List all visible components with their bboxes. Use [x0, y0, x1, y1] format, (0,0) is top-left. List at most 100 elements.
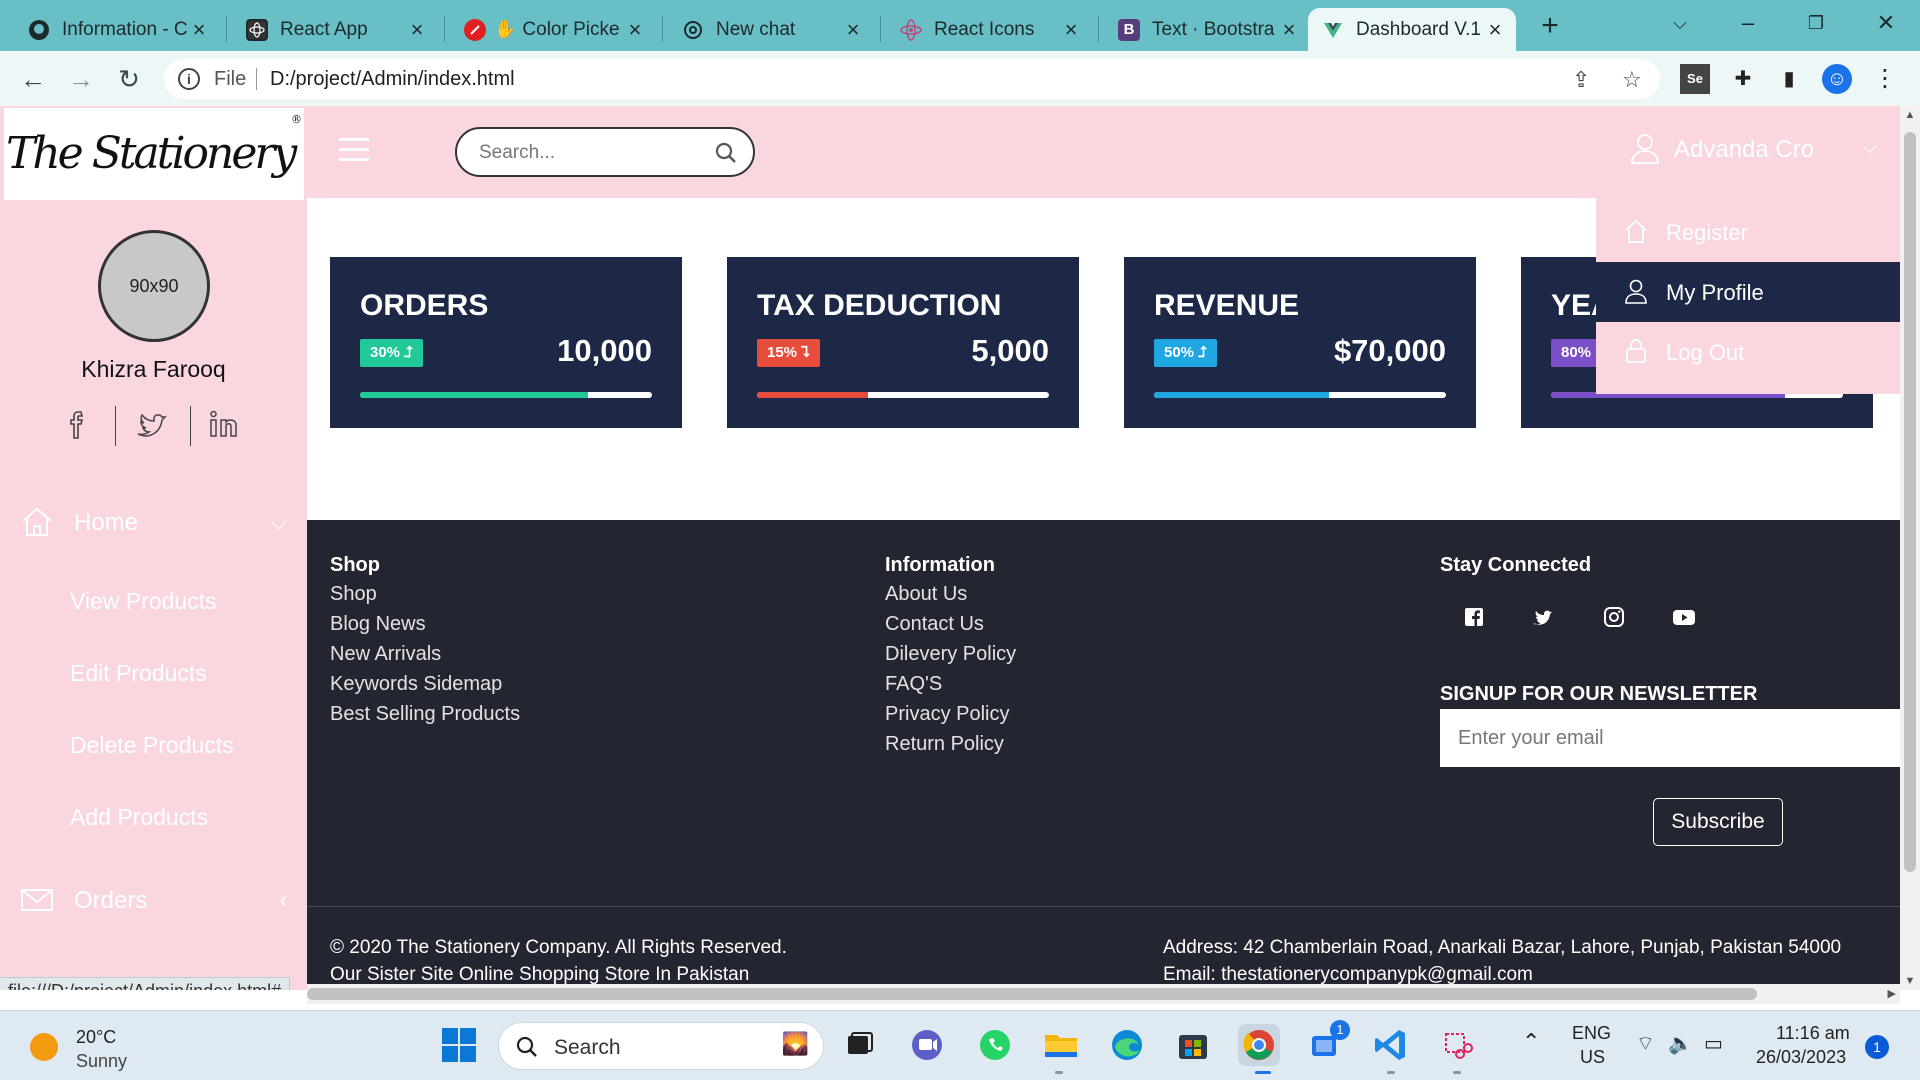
- language-top[interactable]: ENG: [1572, 1023, 1611, 1044]
- browser-tab-6[interactable]: B Text · Bootstra ×: [1104, 8, 1310, 51]
- side-panel-icon[interactable]: ▮: [1774, 64, 1804, 94]
- profile-avatar-icon[interactable]: ☺: [1822, 64, 1852, 94]
- clock-date[interactable]: 26/03/2023: [1756, 1047, 1846, 1068]
- volume-icon[interactable]: 🔈: [1668, 1031, 1693, 1056]
- close-window-button[interactable]: ✕: [1856, 6, 1916, 40]
- browser-tab-1[interactable]: Information - C ×: [14, 8, 220, 51]
- scrollbar-thumb[interactable]: [307, 988, 1757, 1000]
- bookmark-star-icon[interactable]: ☆: [1622, 67, 1642, 93]
- notification-badge[interactable]: 1: [1865, 1035, 1889, 1059]
- footer-link-keywords-sidemap[interactable]: Keywords Sidemap: [330, 673, 502, 696]
- footer-link-delivery-policy[interactable]: Dilevery Policy: [885, 643, 1016, 666]
- browser-tab-active[interactable]: Dashboard V.1 ×: [1308, 8, 1516, 51]
- sidebar-item-edit-products[interactable]: Edit Products: [70, 660, 207, 687]
- teams-chat-icon[interactable]: [906, 1024, 948, 1066]
- subscribe-button[interactable]: Subscribe: [1653, 798, 1783, 846]
- footer-link-best-selling[interactable]: Best Selling Products: [330, 703, 520, 726]
- language-bottom[interactable]: US: [1580, 1047, 1605, 1068]
- vscode-icon[interactable]: [1370, 1024, 1412, 1066]
- scroll-down-icon[interactable]: ▼: [1900, 972, 1920, 990]
- running-indicator: [1387, 1071, 1395, 1074]
- openai-icon: [682, 19, 704, 41]
- restore-button[interactable]: ❐: [1786, 6, 1846, 40]
- browser-tab-4[interactable]: New chat ×: [668, 8, 874, 51]
- address-bar[interactable]: i File D:/project/Admin/index.html ⇪ ☆: [164, 59, 1660, 99]
- linkedin-icon[interactable]: [206, 404, 246, 448]
- search-input[interactable]: [479, 141, 699, 165]
- facebook-icon[interactable]: [58, 404, 98, 448]
- close-tab-icon[interactable]: ×: [1484, 18, 1506, 41]
- browser-tab-5[interactable]: React Icons ×: [886, 8, 1092, 51]
- browser-tab-3[interactable]: ✋ Color Picke ×: [450, 8, 656, 51]
- extensions-puzzle-icon[interactable]: ✚: [1728, 64, 1758, 94]
- browser-menu-icon[interactable]: ⋮: [1870, 64, 1900, 94]
- battery-icon[interactable]: ▭: [1704, 1031, 1723, 1056]
- scroll-up-icon[interactable]: ▲: [1900, 106, 1920, 124]
- sidebar-item-orders[interactable]: Orders ‹: [0, 875, 307, 925]
- horizontal-scrollbar[interactable]: ▶: [307, 984, 1900, 1004]
- whatsapp-icon[interactable]: [974, 1024, 1016, 1066]
- clock-time[interactable]: 11:16 am: [1776, 1023, 1850, 1044]
- sidebar-item-view-products[interactable]: View Products: [70, 588, 217, 615]
- chevron-up-icon[interactable]: ⌃: [1522, 1029, 1540, 1055]
- site-info-icon[interactable]: i: [178, 68, 200, 90]
- footer-link-new-arrivals[interactable]: New Arrivals: [330, 643, 441, 666]
- share-icon[interactable]: ⇪: [1572, 67, 1590, 93]
- microsoft-store-icon[interactable]: [1172, 1024, 1214, 1066]
- new-tab-button[interactable]: +: [1534, 10, 1566, 42]
- youtube-icon[interactable]: [1672, 605, 1696, 629]
- sidebar-item-delete-products[interactable]: Delete Products: [70, 732, 234, 759]
- close-tab-icon[interactable]: ×: [406, 18, 428, 41]
- twitter-icon[interactable]: [132, 404, 172, 448]
- sidebar-user-name: Khizra Farooq: [81, 356, 226, 382]
- selenium-ide-icon[interactable]: Se: [1680, 64, 1710, 94]
- card-value: 5,000: [971, 333, 1049, 368]
- hamburger-menu-icon[interactable]: [339, 138, 369, 162]
- edge-icon[interactable]: [1106, 1024, 1148, 1066]
- snipping-tool-icon[interactable]: [1436, 1024, 1478, 1066]
- footer-link-contact-us[interactable]: Contact Us: [885, 613, 984, 636]
- footer-email[interactable]: Email: thestationerycompanypk@gmail.com: [1163, 964, 1533, 986]
- footer-link-faqs[interactable]: FAQ'S: [885, 673, 942, 696]
- footer-link-privacy-policy[interactable]: Privacy Policy: [885, 703, 1009, 726]
- close-tab-icon[interactable]: ×: [1060, 18, 1082, 41]
- dropdown-item-my-profile[interactable]: My Profile: [1596, 262, 1900, 322]
- windows-start-icon[interactable]: [438, 1024, 480, 1066]
- instagram-icon[interactable]: [1602, 605, 1626, 629]
- footer-link-return-policy[interactable]: Return Policy: [885, 733, 1004, 756]
- dropdown-item-register[interactable]: Register: [1596, 202, 1900, 262]
- scrollbar-thumb[interactable]: [1904, 132, 1916, 872]
- newsletter-email-input[interactable]: [1440, 709, 1900, 767]
- close-tab-icon[interactable]: ×: [842, 18, 864, 41]
- scroll-right-icon[interactable]: ▶: [1888, 984, 1896, 1004]
- minimize-button[interactable]: –: [1718, 6, 1778, 40]
- sister-site-link[interactable]: Our Sister Site Online Shopping Store In…: [330, 964, 749, 986]
- chrome-icon[interactable]: [1238, 1024, 1280, 1066]
- taskbar-search[interactable]: Search 🌄: [498, 1022, 824, 1070]
- file-explorer-icon[interactable]: [1040, 1024, 1082, 1066]
- reload-button[interactable]: ↻: [112, 62, 146, 96]
- sidebar-item-add-products[interactable]: Add Products: [70, 804, 208, 831]
- wifi-icon[interactable]: ⌔: [1636, 1031, 1655, 1056]
- tab-title: Information - C: [62, 18, 188, 40]
- close-tab-icon[interactable]: ×: [188, 18, 210, 41]
- footer-link-blog-news[interactable]: Blog News: [330, 613, 426, 636]
- close-tab-icon[interactable]: ×: [1278, 18, 1300, 41]
- dropdown-item-log-out[interactable]: Log Out: [1596, 322, 1900, 382]
- footer-link-about-us[interactable]: About Us: [885, 583, 967, 606]
- facebook-icon[interactable]: [1462, 605, 1486, 629]
- forward-button[interactable]: →: [64, 62, 98, 96]
- search-icon[interactable]: [715, 142, 737, 164]
- twitter-icon[interactable]: [1532, 605, 1556, 629]
- company-logo[interactable]: The Stationery Company ®: [4, 108, 304, 200]
- to-do-icon[interactable]: 1: [1304, 1020, 1350, 1066]
- sidebar-item-home[interactable]: Home ⌵: [0, 497, 307, 547]
- url-text[interactable]: D:/project/Admin/index.html: [270, 68, 515, 91]
- browser-tab-2[interactable]: React App ×: [232, 8, 438, 51]
- task-view-icon[interactable]: [838, 1024, 880, 1066]
- tab-search-icon[interactable]: ⌵: [1650, 6, 1710, 40]
- vertical-scrollbar[interactable]: ▲ ▼: [1900, 106, 1920, 990]
- back-button[interactable]: ←: [16, 62, 50, 96]
- footer-link-shop[interactable]: Shop: [330, 583, 377, 606]
- close-tab-icon[interactable]: ×: [624, 18, 646, 41]
